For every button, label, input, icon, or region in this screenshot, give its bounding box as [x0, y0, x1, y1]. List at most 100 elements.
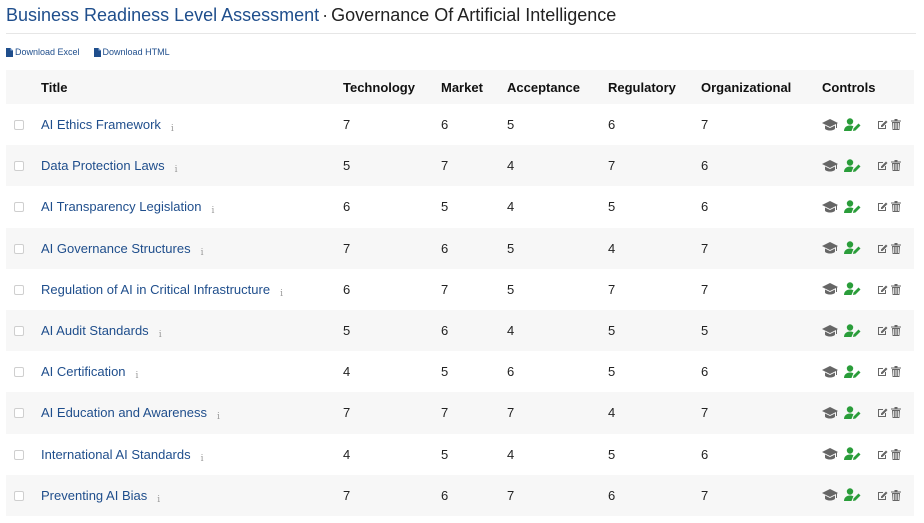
- info-icon[interactable]: i: [211, 206, 214, 216]
- user-edit-icon[interactable]: [844, 159, 861, 173]
- info-icon[interactable]: i: [157, 495, 160, 505]
- user-edit-icon[interactable]: [844, 323, 861, 338]
- edit-icon[interactable]: [877, 119, 888, 130]
- row-checkbox[interactable]: [14, 367, 24, 378]
- trash-icon[interactable]: [891, 160, 901, 172]
- technology-cell: 7: [343, 117, 351, 133]
- info-icon[interactable]: i: [201, 454, 204, 464]
- trash-icon[interactable]: [891, 489, 901, 501]
- trash-icon[interactable]: [891, 448, 901, 460]
- page-title: Governance Of Artificial Intelligence: [331, 5, 617, 25]
- row-title-link[interactable]: Data Protection Laws: [41, 158, 165, 173]
- trash-icon[interactable]: [891, 325, 901, 337]
- acceptance-cell: 4: [507, 446, 515, 462]
- row-title-link[interactable]: AI Transparency Legislation: [41, 199, 201, 214]
- graduation-cap-icon[interactable]: [822, 324, 838, 337]
- row-controls: [822, 200, 914, 214]
- download-excel-label: Download Excel: [15, 47, 80, 57]
- trash-icon[interactable]: [891, 407, 901, 419]
- regulatory-cell: 4: [608, 405, 616, 421]
- graduation-cap-icon[interactable]: [822, 159, 838, 172]
- row-title-link[interactable]: AI Governance Structures: [41, 241, 191, 256]
- technology-cell: 6: [343, 199, 351, 215]
- trash-icon[interactable]: [891, 366, 901, 378]
- row-title-link[interactable]: International AI Standards: [41, 447, 191, 462]
- user-edit-icon[interactable]: [844, 365, 861, 379]
- row-title-link[interactable]: AI Ethics Framework: [41, 117, 161, 132]
- regulatory-cell: 7: [608, 281, 616, 297]
- row-checkbox[interactable]: [14, 490, 24, 501]
- table-row: Data Protection Laws i 5 7 4 7 6: [6, 145, 914, 187]
- header-acceptance[interactable]: Acceptance: [507, 70, 608, 104]
- graduation-cap-icon[interactable]: [822, 118, 838, 131]
- regulatory-cell: 7: [608, 158, 616, 174]
- header-title[interactable]: Title: [41, 70, 343, 104]
- file-icon: [93, 47, 101, 57]
- edit-icon[interactable]: [877, 284, 888, 295]
- organizational-cell: 6: [701, 199, 709, 215]
- info-icon[interactable]: i: [171, 124, 174, 134]
- row-title-link[interactable]: AI Audit Standards: [41, 323, 149, 338]
- acceptance-cell: 4: [507, 323, 515, 339]
- header-regulatory[interactable]: Regulatory: [608, 70, 701, 104]
- graduation-cap-icon[interactable]: [822, 406, 838, 419]
- user-edit-icon[interactable]: [844, 282, 861, 296]
- graduation-cap-icon[interactable]: [822, 448, 838, 460]
- graduation-cap-icon[interactable]: [822, 200, 838, 213]
- user-edit-icon[interactable]: [844, 488, 861, 502]
- technology-cell: 7: [343, 405, 351, 421]
- market-cell: 7: [441, 281, 449, 297]
- edit-icon[interactable]: [877, 160, 888, 171]
- regulatory-cell: 5: [608, 199, 616, 215]
- graduation-cap-icon[interactable]: [822, 365, 838, 378]
- trash-icon[interactable]: [891, 283, 901, 295]
- header-organizational[interactable]: Organizational: [701, 70, 822, 104]
- info-icon[interactable]: i: [175, 165, 178, 175]
- info-icon[interactable]: i: [159, 330, 162, 340]
- download-html-link[interactable]: Download HTML: [93, 47, 170, 57]
- info-icon[interactable]: i: [201, 248, 204, 258]
- info-icon[interactable]: i: [280, 289, 283, 299]
- row-title-link[interactable]: Preventing AI Bias: [41, 488, 147, 503]
- acceptance-cell: 7: [507, 487, 515, 503]
- row-title-link[interactable]: AI Education and Awareness: [41, 405, 207, 420]
- edit-icon[interactable]: [877, 243, 888, 254]
- user-edit-icon[interactable]: [844, 200, 861, 214]
- header-technology[interactable]: Technology: [343, 70, 441, 104]
- breadcrumb-link[interactable]: Business Readiness Level Assessment: [6, 5, 319, 25]
- row-title-link[interactable]: Regulation of AI in Critical Infrastruct…: [41, 282, 270, 297]
- graduation-cap-icon[interactable]: [822, 242, 838, 254]
- row-checkbox[interactable]: [14, 120, 24, 131]
- regulatory-cell: 5: [608, 364, 616, 380]
- trash-icon[interactable]: [891, 201, 901, 213]
- user-edit-icon[interactable]: [844, 117, 861, 132]
- row-controls: [822, 365, 914, 379]
- edit-icon[interactable]: [877, 407, 888, 418]
- user-edit-icon[interactable]: [844, 241, 861, 255]
- market-cell: 6: [441, 323, 449, 339]
- graduation-cap-icon[interactable]: [822, 489, 838, 501]
- trash-icon[interactable]: [891, 242, 901, 254]
- row-checkbox[interactable]: [14, 326, 24, 337]
- row-checkbox[interactable]: [14, 408, 24, 419]
- edit-icon[interactable]: [877, 366, 888, 377]
- info-icon[interactable]: i: [217, 412, 220, 422]
- row-checkbox[interactable]: [14, 243, 24, 254]
- user-edit-icon[interactable]: [844, 406, 861, 420]
- edit-icon[interactable]: [877, 325, 888, 336]
- user-edit-icon[interactable]: [844, 447, 861, 461]
- row-checkbox[interactable]: [14, 161, 24, 172]
- row-title-link[interactable]: AI Certification: [41, 364, 126, 379]
- edit-icon[interactable]: [877, 449, 888, 460]
- trash-icon[interactable]: [891, 119, 901, 131]
- row-checkbox[interactable]: [14, 202, 24, 213]
- row-checkbox[interactable]: [14, 284, 24, 295]
- info-icon[interactable]: i: [136, 371, 139, 381]
- row-controls: [822, 241, 914, 255]
- header-market[interactable]: Market: [441, 70, 507, 104]
- row-checkbox[interactable]: [14, 449, 24, 460]
- graduation-cap-icon[interactable]: [822, 283, 838, 295]
- download-excel-link[interactable]: Download Excel: [6, 47, 80, 57]
- edit-icon[interactable]: [877, 490, 888, 501]
- edit-icon[interactable]: [877, 201, 888, 212]
